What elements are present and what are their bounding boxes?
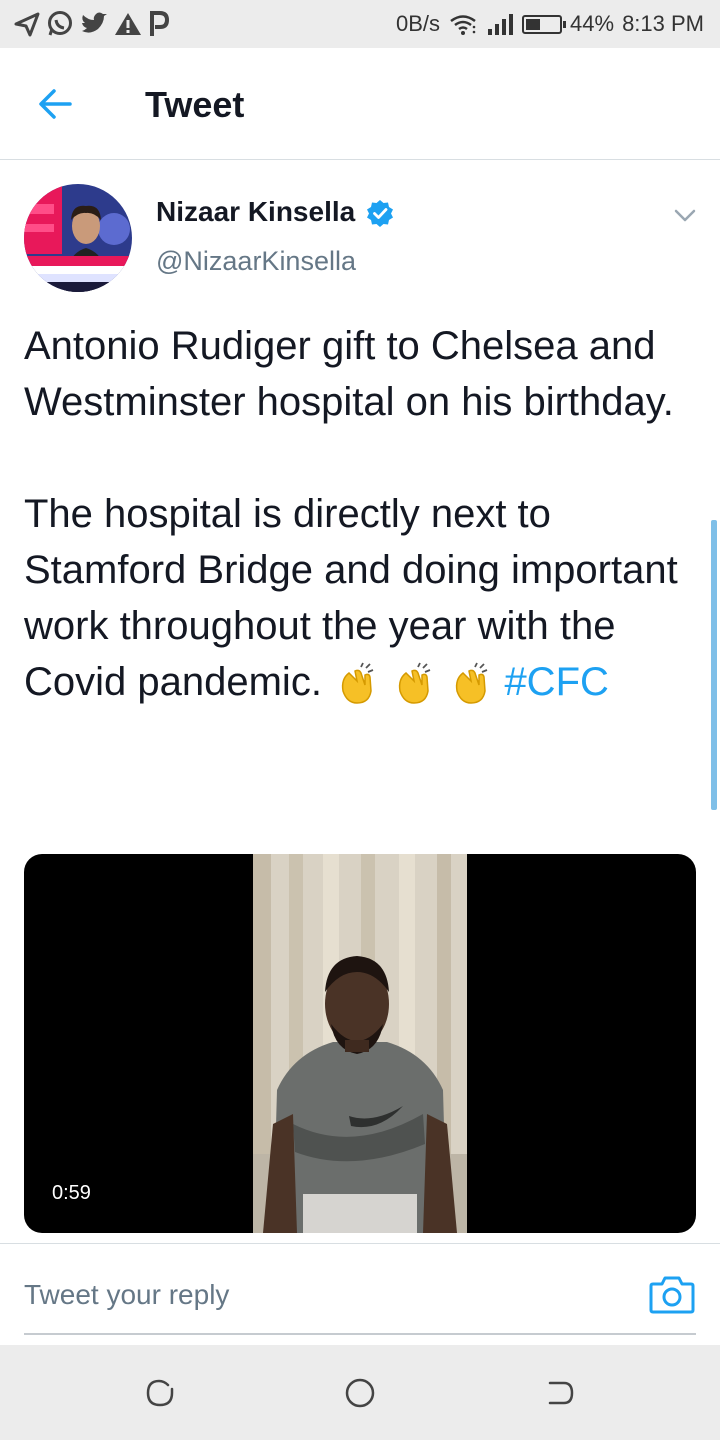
home-icon[interactable] <box>342 1375 378 1411</box>
app-header: Tweet <box>0 48 720 160</box>
system-status: 0B/s 44% 8:13 PM <box>396 8 704 40</box>
status-bar: 0B/s 44% 8:13 PM <box>0 0 720 48</box>
tweet-detail-screen: 0B/s 44% 8:13 PM Tweet Nizaar Kinsella @… <box>0 0 720 1440</box>
back-icon[interactable] <box>542 1375 578 1411</box>
tweet-paragraph-2: The hospital is directly next to Stamfor… <box>24 486 704 710</box>
p-app-icon <box>148 10 170 38</box>
author-handle[interactable]: @NizaarKinsella <box>156 246 356 277</box>
clock: 8:13 PM <box>622 11 704 36</box>
page-title: Tweet <box>145 84 245 125</box>
reply-divider <box>0 1243 720 1244</box>
tweet-paragraph-1: Antonio Rudiger gift to Chelsea and West… <box>24 324 674 424</box>
camera-icon[interactable] <box>648 1272 696 1316</box>
scrollbar-thumb[interactable] <box>711 520 717 810</box>
video-player[interactable]: 0:59 <box>24 854 696 1233</box>
send-icon <box>14 11 40 37</box>
alert-icon <box>114 11 142 37</box>
hashtag-link[interactable]: #CFC <box>504 660 608 704</box>
signal-icon <box>486 12 514 36</box>
tweet-text: Antonio Rudiger gift to Chelsea and West… <box>24 318 704 710</box>
battery-icon <box>522 14 567 34</box>
wifi-icon <box>448 12 478 36</box>
reply-underline <box>24 1333 696 1335</box>
verified-badge-icon <box>366 199 394 227</box>
clapping-hands-icon <box>390 661 436 707</box>
avatar[interactable] <box>24 184 132 292</box>
video-thumbnail <box>253 854 467 1233</box>
chevron-down-icon[interactable] <box>672 202 698 228</box>
battery-percent: 44% <box>570 11 615 36</box>
clapping-hands-icon <box>447 661 493 707</box>
back-arrow-icon[interactable] <box>34 82 78 126</box>
reply-input[interactable]: Tweet your reply <box>24 1270 634 1320</box>
recents-icon[interactable] <box>142 1375 178 1411</box>
whatsapp-icon <box>46 10 74 38</box>
video-duration: 0:59 <box>52 1182 91 1204</box>
author-name[interactable]: Nizaar Kinsella <box>156 196 355 228</box>
system-nav-bar <box>0 1345 720 1440</box>
notification-icons <box>14 8 170 40</box>
twitter-icon <box>80 11 108 37</box>
clapping-hands-icon <box>333 661 379 707</box>
network-speed: 0B/s <box>395 11 441 36</box>
